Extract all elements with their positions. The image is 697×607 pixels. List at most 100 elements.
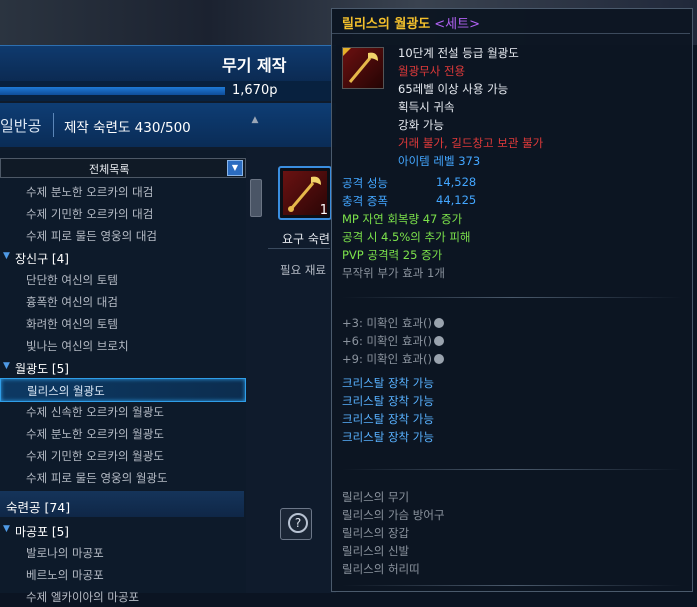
gem-icon — [434, 336, 445, 346]
list-item[interactable]: 수제 신속한 오르카의 월광도 — [0, 400, 244, 422]
filter-dropdown[interactable]: 전체목록 ▼ — [0, 158, 246, 178]
gem-icon — [434, 318, 445, 328]
filter-label: 전체목록 — [89, 163, 130, 176]
list-item[interactable]: 화려한 여신의 토템 — [0, 312, 244, 334]
list-item-label: 베르노의 마공포 — [26, 568, 104, 582]
required-materials-label: 필요 재료 — [280, 263, 326, 277]
list-item[interactable]: 발로나의 마공포 — [0, 541, 244, 563]
bonus-effect: 무작위 부가 효과 1개 — [342, 266, 445, 280]
points-fill — [0, 87, 226, 95]
divider — [53, 113, 54, 137]
item-attribute: 획득시 귀속 — [398, 100, 455, 114]
list-scrollbar[interactable]: ▲ — [248, 115, 262, 545]
list-item[interactable]: 흉폭한 여신의 대검 — [0, 290, 244, 312]
list-item[interactable]: 수제 기민한 오르카의 월광도 — [0, 444, 244, 466]
stat-value: 14,528 — [436, 175, 477, 189]
chevron-down-icon[interactable]: ▼ — [227, 160, 243, 176]
gem-icon — [434, 354, 445, 364]
triangle-down-icon: ▼ — [3, 361, 10, 371]
item-name: 릴리스의 월광도 — [342, 17, 431, 32]
tooltip-title: 릴리스의 월광도 <세트> — [342, 13, 480, 32]
grade-corner-icon — [343, 48, 351, 56]
set-tag: <세트> — [434, 17, 480, 32]
category-label: 장신구 [4] — [15, 252, 69, 266]
list-item[interactable]: 수제 분노한 오르카의 월광도 — [0, 422, 244, 444]
moonblade-icon — [342, 47, 384, 89]
list-item[interactable]: 단단한 여신의 토템 — [0, 268, 244, 290]
list-category[interactable]: ▼ 마공포 [5] — [0, 519, 244, 541]
bonus-effect: PVP 공격력 25 증가 — [342, 248, 443, 262]
list-item[interactable]: 빛나는 여신의 브로치 — [0, 334, 244, 356]
divider — [342, 297, 682, 298]
divider — [342, 469, 682, 470]
item-attribute: 강화 가능 — [398, 118, 444, 132]
set-item: 릴리스의 허리띠 — [342, 562, 420, 576]
scroll-up-icon[interactable]: ▲ — [248, 115, 262, 127]
bonus-effect: 공격 시 4.5%의 추가 피해 — [342, 230, 471, 244]
item-count: 1 — [319, 203, 328, 218]
skill-proficiency: 제작 숙련도 430/500 — [64, 120, 191, 136]
divider — [342, 585, 682, 586]
enchant-effect: +9: 미확인 효과() — [342, 351, 445, 367]
item-slot[interactable]: 1 — [278, 166, 332, 220]
list-item-label: 수제 기민한 오르카의 월광도 — [26, 449, 164, 463]
enchant-effect: +3: 미확인 효과() — [342, 315, 445, 331]
item-attribute: 월광무사 전용 — [398, 64, 466, 78]
list-item-label: 흉폭한 여신의 대검 — [26, 295, 118, 309]
skill-row: 일반공 제작 숙련도 430/500 — [0, 103, 336, 147]
list-item[interactable]: 수제 기민한 오르카의 대검 — [0, 202, 244, 224]
item-attribute: 거래 불가, 길드창고 보관 불가 — [398, 136, 544, 150]
window-titlebar[interactable]: 무기 제작 — [0, 45, 336, 82]
recipe-list: 전체목록 ▼ 수제 분노한 오르카의 대검수제 기민한 오르카의 대검수제 피로… — [0, 150, 246, 604]
triangle-down-icon: ▼ — [3, 251, 10, 261]
stat-name: 충격 증폭 — [342, 194, 388, 208]
crystal-slot: 크리스탈 장착 가능 — [342, 412, 434, 426]
section-label: 숙련공 [74] — [6, 500, 71, 515]
list-item[interactable]: 수제 피로 물든 영웅의 대검 — [0, 224, 244, 246]
list-item[interactable]: 베르노의 마공포 — [0, 563, 244, 585]
crystal-slot: 크리스탈 장착 가능 — [342, 394, 434, 408]
scroll-thumb[interactable] — [250, 179, 262, 217]
points-bar: 1,670p — [0, 81, 336, 101]
bonus-effect: MP 자연 회복량 47 증가 — [342, 212, 463, 226]
points-value: 1,670p — [232, 83, 278, 98]
list-category[interactable]: ▼ 장신구 [4] — [0, 246, 244, 268]
list-item[interactable]: 수제 엘카이아의 마공포 — [0, 585, 244, 607]
crystal-slot: 크리스탈 장착 가능 — [342, 376, 434, 390]
required-proficiency-label: 요구 숙련 — [282, 232, 330, 246]
stat-value: 44,125 — [436, 193, 477, 207]
stat-name: 공격 성능 — [342, 176, 388, 190]
list-item-label: 빛나는 여신의 브로치 — [26, 339, 129, 353]
window-title: 무기 제작 — [222, 56, 287, 75]
list-item-label: 단단한 여신의 토템 — [26, 273, 118, 287]
item-attribute: 65레벨 이상 사용 가능 — [398, 82, 509, 96]
crystal-slot: 크리스탈 장착 가능 — [342, 430, 434, 444]
item-attribute: 10단계 전설 등급 월광도 — [398, 46, 519, 60]
set-item: 릴리스의 신발 — [342, 544, 410, 558]
list-item-label: 릴리스의 월광도 — [27, 384, 105, 398]
detail-panel: 1 요구 숙련 필요 재료 ? — [268, 150, 332, 593]
category-label: 월광도 [5] — [15, 362, 69, 376]
enchant-effect: +6: 미확인 효과() — [342, 333, 445, 349]
set-item: 릴리스의 장갑 — [342, 526, 410, 540]
list-item-label: 수제 기민한 오르카의 대검 — [26, 207, 154, 221]
set-item: 릴리스의 가슴 방어구 — [342, 508, 445, 522]
triangle-down-icon: ▼ — [3, 524, 10, 534]
divider — [332, 33, 690, 34]
section-header[interactable]: 숙련공 [74] — [0, 491, 244, 517]
skill-category: 일반공 — [0, 117, 42, 135]
list-item[interactable]: 수제 피로 물든 영웅의 월광도 — [0, 466, 244, 488]
list-item-label: 수제 피로 물든 영웅의 대검 — [26, 229, 158, 243]
set-item: 릴리스의 무기 — [342, 490, 410, 504]
list-item[interactable]: 수제 분노한 오르카의 대검 — [0, 180, 244, 202]
help-button[interactable]: ? — [280, 508, 312, 540]
list-item-label: 수제 분노한 오르카의 대검 — [26, 185, 154, 199]
list-item-label: 수제 피로 물든 영웅의 월광도 — [26, 471, 168, 485]
item-tooltip: 릴리스의 월광도 <세트> 10단계 전설 등급 월광도월광무사 전용 65레벨 이… — [331, 8, 693, 592]
question-icon: ? — [288, 513, 308, 533]
divider — [268, 248, 330, 249]
list-item[interactable]: 릴리스의 월광도 — [0, 378, 246, 402]
list-category[interactable]: ▼ 월광도 [5] — [0, 356, 244, 378]
category-label: 마공포 [5] — [15, 525, 69, 539]
list-item-label: 화려한 여신의 토템 — [26, 317, 118, 331]
